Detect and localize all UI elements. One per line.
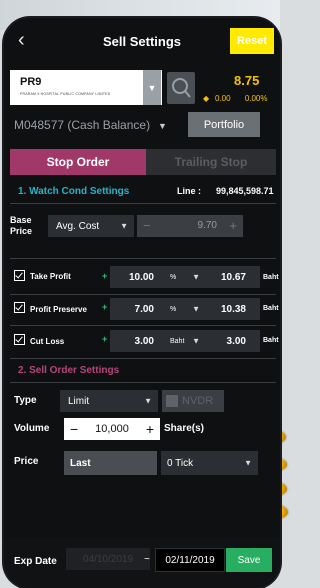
line-value: 99,845,598.71 bbox=[216, 186, 274, 196]
chevron-down-icon: ▼ bbox=[244, 458, 252, 468]
currency-label: Baht bbox=[263, 305, 279, 312]
take-profit-input[interactable]: 10.00 bbox=[110, 266, 168, 288]
take-profit-unit-value: % bbox=[170, 273, 177, 281]
base-price-label: Base Price bbox=[10, 215, 32, 237]
base-price-label-line: Base bbox=[10, 215, 32, 225]
nvdr-checkbox[interactable]: NVDR bbox=[162, 390, 224, 412]
exp-date-to[interactable]: 02/11/2019 bbox=[155, 548, 225, 572]
divider bbox=[10, 358, 276, 359]
divider bbox=[10, 294, 276, 295]
profit-preserve-unit-value: % bbox=[170, 305, 177, 313]
price-type-select[interactable]: Last bbox=[64, 451, 157, 475]
take-profit-unit-select[interactable]: % ▼ bbox=[164, 266, 206, 288]
symbol-selector[interactable]: PR9 PRARAM 9 HOSPITAL PUBLIC COMPANY LIM… bbox=[10, 70, 162, 105]
minus-icon: − bbox=[143, 218, 151, 233]
last-price: 8.75 bbox=[234, 73, 260, 88]
change-value: 0.00 bbox=[215, 94, 231, 103]
volume-unit: Share(s) bbox=[164, 423, 205, 434]
base-price-label-line: Price bbox=[10, 226, 33, 236]
chevron-down-icon[interactable]: ▼ bbox=[143, 70, 161, 105]
base-price-mode-select[interactable]: Avg. Cost ▼ bbox=[48, 215, 134, 237]
search-button[interactable] bbox=[167, 72, 195, 104]
profit-preserve-label: Profit Preserve bbox=[30, 305, 87, 314]
plus-sign-icon: + bbox=[102, 271, 108, 281]
unchanged-icon: ◆ bbox=[203, 94, 210, 103]
chevron-down-icon: ▼ bbox=[120, 221, 128, 231]
company-name: PRARAM 9 HOSPITAL PUBLIC COMPANY LIMITED bbox=[20, 92, 111, 96]
order-type-select[interactable]: Limit ▼ bbox=[60, 390, 158, 412]
section-title-sell-order: 2. Sell Order Settings bbox=[18, 365, 120, 376]
chevron-down-icon: ▼ bbox=[192, 272, 200, 282]
profit-preserve-checkbox[interactable] bbox=[14, 302, 25, 313]
type-label: Type bbox=[14, 395, 37, 406]
price-change: 0.00 0.00% bbox=[215, 94, 268, 103]
phone-frame: ‹ Sell Settings Reset PR9 PRARAM 9 HOSPI… bbox=[4, 18, 280, 588]
line-label: Line : bbox=[177, 186, 201, 196]
base-price-value: 9.70 bbox=[197, 220, 217, 231]
divider bbox=[10, 382, 276, 383]
tab-stop-order[interactable]: Stop Order bbox=[10, 149, 146, 175]
reset-button[interactable]: Reset bbox=[230, 28, 274, 54]
cut-loss-unit-select[interactable]: Baht ▼ bbox=[164, 330, 206, 352]
currency-label: Baht bbox=[263, 274, 279, 281]
account-selector[interactable]: M048577 (Cash Balance) bbox=[14, 118, 150, 132]
cut-loss-unit-value: Baht bbox=[170, 337, 185, 345]
date-separator: ~ bbox=[144, 554, 150, 565]
take-profit-label: Take Profit bbox=[30, 272, 71, 281]
currency-label: Baht bbox=[263, 337, 279, 344]
take-profit-checkbox[interactable] bbox=[14, 270, 25, 281]
plus-sign-icon: + bbox=[102, 334, 108, 344]
cut-loss-input[interactable]: 3.00 bbox=[110, 330, 168, 352]
cut-loss-result: 3.00 bbox=[204, 330, 260, 352]
save-button[interactable]: Save bbox=[226, 548, 272, 572]
volume-stepper[interactable]: − 10,000 + bbox=[64, 418, 160, 440]
profit-preserve-input[interactable]: 7.00 bbox=[110, 298, 168, 320]
base-price-stepper: − 9.70 + bbox=[137, 215, 243, 237]
plus-sign-icon: + bbox=[102, 302, 108, 312]
chevron-down-icon: ▼ bbox=[144, 396, 152, 406]
chevron-down-icon: ▼ bbox=[192, 336, 200, 346]
title-bar: ‹ Sell Settings Reset bbox=[4, 18, 280, 64]
chevron-down-icon[interactable]: ▼ bbox=[158, 121, 167, 131]
minus-icon[interactable]: − bbox=[70, 421, 78, 437]
divider bbox=[10, 325, 276, 326]
symbol-name: PR9 bbox=[20, 76, 42, 88]
search-icon bbox=[172, 78, 191, 98]
tick-value: 0 Tick bbox=[167, 457, 194, 469]
tick-select[interactable]: 0 Tick ▼ bbox=[161, 451, 258, 475]
change-percent: 0.00% bbox=[244, 94, 268, 103]
checkbox-icon bbox=[166, 395, 178, 407]
exp-date-label: Exp Date bbox=[14, 556, 57, 567]
divider bbox=[10, 258, 276, 259]
plus-icon: + bbox=[229, 218, 237, 233]
tab-trailing-stop[interactable]: Trailing Stop bbox=[146, 149, 276, 175]
exp-date-from: 04/10/2019 bbox=[66, 548, 150, 570]
base-price-mode-value: Avg. Cost bbox=[56, 220, 100, 232]
volume-label: Volume bbox=[14, 423, 50, 434]
order-type-value: Limit bbox=[68, 395, 90, 407]
volume-value: 10,000 bbox=[95, 423, 129, 435]
chevron-down-icon: ▼ bbox=[192, 304, 200, 314]
cut-loss-label: Cut Loss bbox=[30, 337, 65, 346]
profit-preserve-unit-select[interactable]: % ▼ bbox=[164, 298, 206, 320]
profit-preserve-result: 10.38 bbox=[204, 298, 260, 320]
portfolio-button[interactable]: Portfolio bbox=[188, 112, 260, 137]
take-profit-result: 10.67 bbox=[204, 266, 260, 288]
cut-loss-checkbox[interactable] bbox=[14, 334, 25, 345]
plus-icon[interactable]: + bbox=[146, 421, 154, 437]
nvdr-label: NVDR bbox=[182, 395, 214, 407]
price-label: Price bbox=[14, 456, 39, 467]
section-title-watch: 1. Watch Cond Settings bbox=[18, 186, 130, 197]
divider bbox=[10, 203, 276, 204]
